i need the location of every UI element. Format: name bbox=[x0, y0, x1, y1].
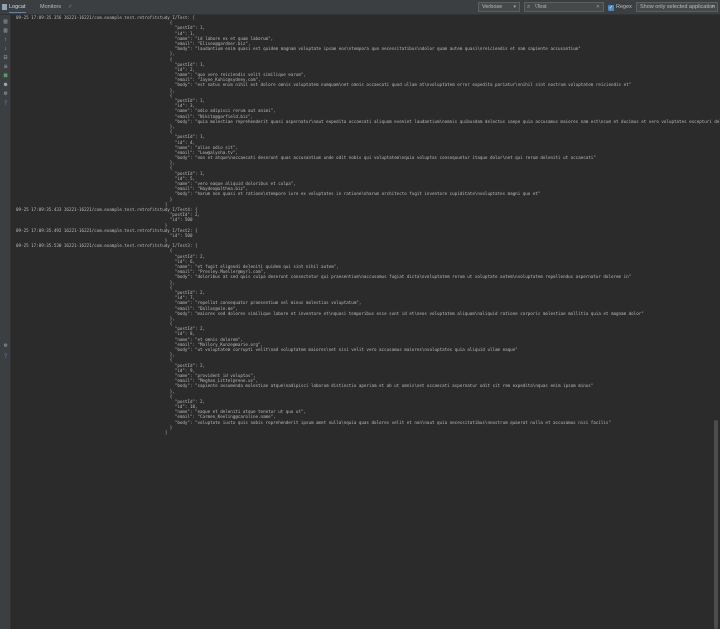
record-icon[interactable]: ● bbox=[2, 82, 9, 88]
scroll-end-icon[interactable]: ▥ bbox=[2, 28, 9, 34]
log-level-value: Verbose bbox=[482, 4, 503, 10]
clear-search-icon[interactable]: ✕ bbox=[596, 3, 600, 11]
app-filter-value: Show only selected application bbox=[640, 4, 716, 10]
screen-capture-icon[interactable]: ■ bbox=[2, 73, 9, 79]
pin-icon[interactable]: ✓ bbox=[68, 2, 73, 12]
settings-icon[interactable]: ⚙ bbox=[2, 91, 9, 97]
help-icon[interactable]: ? bbox=[2, 354, 9, 360]
checkbox-checked-icon: ✓ bbox=[608, 5, 614, 11]
tab-monitors[interactable]: Monitors bbox=[40, 2, 61, 12]
log-line: "body": "est natus enim nihil est dolore… bbox=[16, 82, 632, 88]
regex-checkbox[interactable]: ✓ Regex bbox=[608, 3, 632, 11]
regex-label: Regex bbox=[616, 4, 632, 10]
log-line: ] bbox=[16, 430, 168, 435]
filter-icon[interactable]: ≡ bbox=[2, 64, 9, 70]
logcat-toolbar: Logcat Monitors ✓ Verbose ▾ ⌕ \Test ✕ ✓ R… bbox=[0, 0, 720, 15]
down-icon[interactable]: ↓ bbox=[2, 46, 9, 52]
search-icon: ⌕ bbox=[527, 4, 531, 10]
search-value: \Test bbox=[535, 4, 547, 10]
up-icon[interactable]: ↑ bbox=[2, 37, 9, 43]
search-input[interactable]: ⌕ \Test ✕ bbox=[524, 2, 604, 12]
restart-icon[interactable]: ⊟ bbox=[2, 55, 9, 61]
logcat-icon bbox=[2, 4, 7, 10]
log-line: "body": "doloribus at sed quis culpa des… bbox=[16, 274, 632, 280]
chevron-down-icon: ▾ bbox=[711, 4, 714, 10]
log-output[interactable]: 09-25 17:09:35.356 16221-16221/com.examp… bbox=[16, 15, 720, 629]
tab-logcat[interactable]: Logcat bbox=[9, 2, 26, 13]
settings-icon[interactable]: ⚙ bbox=[2, 343, 9, 349]
log-level-select[interactable]: Verbose ▾ bbox=[478, 2, 520, 12]
logcat-side-toolbar: ▤ ▥ ↑ ↓ ⊟ ≡ ■ ● ⚙ ? ⚙ ? bbox=[0, 15, 11, 629]
vertical-scrollbar[interactable] bbox=[714, 420, 718, 629]
chevron-down-icon: ▾ bbox=[513, 4, 516, 10]
trash-icon[interactable]: ▤ bbox=[2, 19, 9, 25]
app-filter-select[interactable]: Show only selected application ▾ bbox=[636, 2, 718, 12]
help-icon[interactable]: ? bbox=[2, 101, 9, 107]
